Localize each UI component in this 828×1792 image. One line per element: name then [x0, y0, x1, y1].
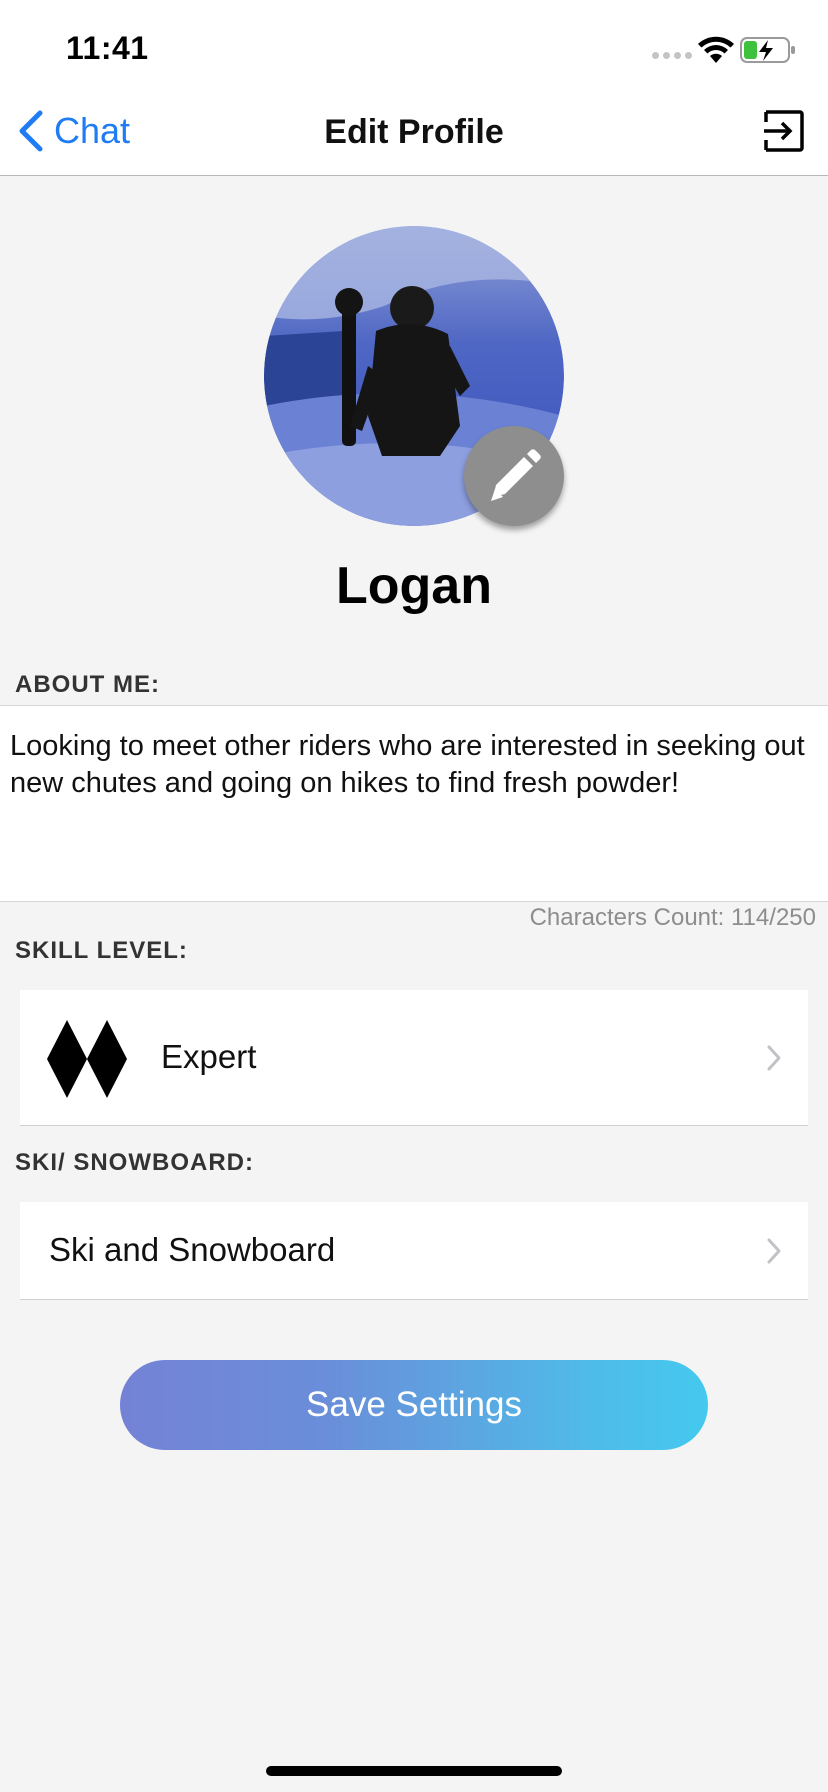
- profile-name: Logan: [336, 557, 492, 615]
- about-me-textarea[interactable]: Looking to meet other riders who are int…: [0, 705, 828, 902]
- ski-snowboard-label: SKI/ SNOWBOARD:: [15, 1149, 254, 1176]
- pencil-icon: [491, 449, 541, 501]
- save-settings-button[interactable]: Save Settings: [120, 1360, 708, 1450]
- battery-charging-icon: [740, 37, 795, 63]
- edit-photo-button[interactable]: [464, 426, 564, 526]
- cellular-signal-icon: [652, 52, 692, 59]
- status-bar: 11:41: [0, 0, 828, 88]
- home-indicator: [266, 1766, 562, 1776]
- skill-level-selector[interactable]: Expert: [20, 990, 808, 1126]
- double-black-diamond-icon: [47, 1020, 127, 1098]
- chevron-right-icon: [767, 1238, 781, 1264]
- logout-icon[interactable]: [760, 108, 806, 154]
- skill-level-label: SKILL LEVEL:: [15, 937, 188, 964]
- ski-snowboard-selector[interactable]: Ski and Snowboard: [20, 1202, 808, 1300]
- status-time: 11:41: [66, 30, 149, 66]
- skill-level-value: Expert: [161, 1038, 257, 1075]
- character-count: Characters Count: 114/250: [529, 904, 816, 931]
- ski-snowboard-value: Ski and Snowboard: [49, 1231, 336, 1268]
- page-title: Edit Profile: [324, 113, 504, 151]
- wifi-icon: [698, 36, 734, 63]
- chevron-right-icon: [767, 1045, 781, 1071]
- about-me-label: ABOUT ME:: [15, 671, 160, 698]
- navigation-bar: Chat Edit Profile: [0, 88, 828, 176]
